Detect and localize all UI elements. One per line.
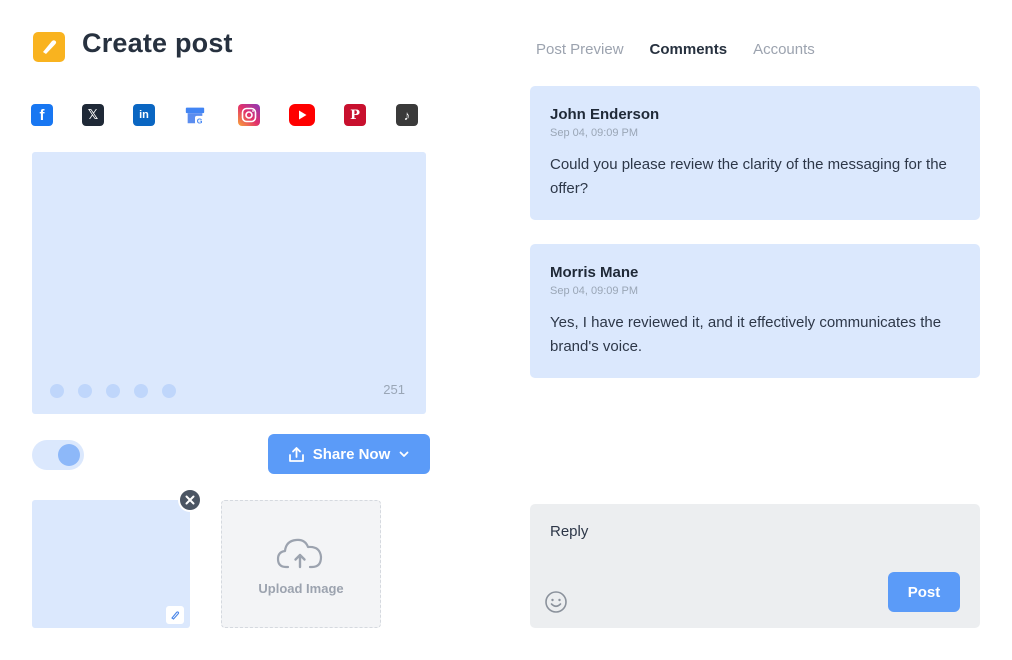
comment-author: Morris Mane xyxy=(550,264,639,281)
instagram-icon[interactable] xyxy=(238,104,260,126)
facebook-icon[interactable]: f xyxy=(31,104,53,126)
carousel-dots xyxy=(50,384,176,398)
x-icon[interactable]: 𝕏 xyxy=(82,104,104,126)
toggle-knob xyxy=(58,444,80,466)
share-now-label: Share Now xyxy=(312,445,391,463)
carousel-dot[interactable] xyxy=(78,384,92,398)
tab-accounts[interactable]: Accounts xyxy=(753,41,815,58)
comment-author: John Enderson xyxy=(550,106,660,123)
youtube-icon[interactable] xyxy=(289,104,315,126)
pinterest-icon[interactable]: P xyxy=(344,104,366,126)
social-network-selector: f 𝕏 in G P ♪ xyxy=(31,104,431,128)
upload-image-dropzone[interactable]: Upload Image xyxy=(221,500,381,628)
pencil-icon xyxy=(43,40,57,54)
svg-text:G: G xyxy=(197,116,203,125)
comment-card: Morris Mane Sep 04, 09:09 PM Yes, I have… xyxy=(530,244,980,378)
post-reply-button[interactable]: Post xyxy=(888,572,960,612)
edit-media-button[interactable] xyxy=(166,606,184,624)
tab-comments[interactable]: Comments xyxy=(650,41,728,58)
share-now-button[interactable]: Share Now xyxy=(268,434,430,474)
toggle-switch[interactable] xyxy=(32,440,84,470)
remove-media-button[interactable] xyxy=(178,488,202,512)
carousel-dot[interactable] xyxy=(106,384,120,398)
reply-input[interactable]: Reply xyxy=(550,523,588,540)
post-preview[interactable]: 251 xyxy=(32,152,426,414)
upload-image-label: Upload Image xyxy=(258,581,344,596)
chevron-down-icon xyxy=(399,451,409,457)
carousel-dot[interactable] xyxy=(162,384,176,398)
comment-text: Yes, I have reviewed it, and it effectiv… xyxy=(550,314,942,355)
comment-timestamp: Sep 04, 09:09 PM xyxy=(550,285,639,297)
close-icon xyxy=(185,495,195,505)
carousel-dot[interactable] xyxy=(50,384,64,398)
emoji-icon[interactable] xyxy=(544,590,568,614)
google-business-icon[interactable]: G xyxy=(184,104,206,126)
comment-text: Could you please review the clarity of t… xyxy=(550,156,947,197)
character-count: 251 xyxy=(383,382,405,397)
carousel-dot[interactable] xyxy=(134,384,148,398)
linkedin-icon[interactable]: in xyxy=(133,104,155,126)
panel-tabs: Post Preview Comments Accounts xyxy=(536,41,841,58)
app-logo xyxy=(33,32,65,62)
comment-card: John Enderson Sep 04, 09:09 PM Could you… xyxy=(530,86,980,220)
tab-post-preview[interactable]: Post Preview xyxy=(536,41,624,58)
tiktok-icon[interactable]: ♪ xyxy=(396,104,418,126)
comment-timestamp: Sep 04, 09:09 PM xyxy=(550,127,639,139)
cloud-upload-icon xyxy=(276,538,323,569)
pencil-icon xyxy=(171,611,180,620)
share-icon xyxy=(288,446,304,462)
page-title: Create post xyxy=(82,28,233,58)
reply-box[interactable]: Reply Post xyxy=(530,504,980,628)
